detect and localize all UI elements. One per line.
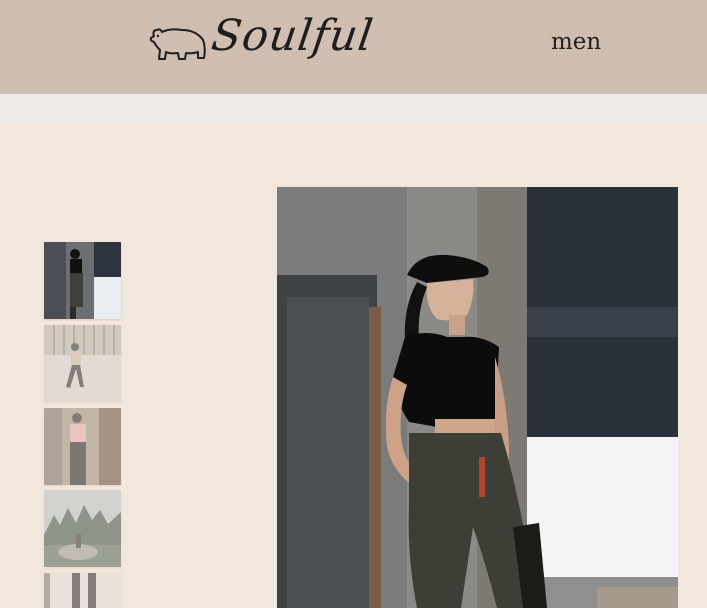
nav-item-men[interactable]: men <box>551 29 601 55</box>
thumbnail-2[interactable] <box>44 325 121 402</box>
thumbnail-3[interactable] <box>44 408 121 485</box>
brand-logo[interactable] <box>148 22 208 64</box>
brand-name[interactable]: Soulful <box>208 6 378 66</box>
thumbnail-4[interactable] <box>44 490 121 567</box>
thumbnail-5[interactable] <box>44 573 121 608</box>
thumbnail-1[interactable] <box>44 242 121 319</box>
main-product-image[interactable] <box>277 187 678 608</box>
bear-icon <box>149 28 206 60</box>
header-divider-strip <box>0 94 707 122</box>
site-header: Soulful men <box>0 0 707 94</box>
